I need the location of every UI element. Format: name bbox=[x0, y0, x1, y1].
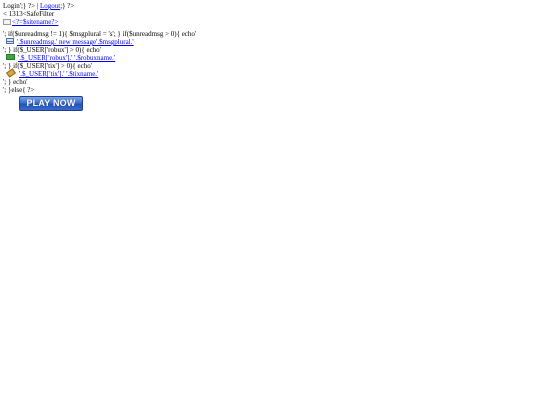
logout-suffix-text: ;} ?> bbox=[60, 2, 75, 10]
play-now-button[interactable]: PLAY NOW bbox=[19, 96, 83, 111]
else-line: '; }else{ ?> bbox=[3, 86, 35, 94]
site-logo-link[interactable]: <?=$sitename?> bbox=[12, 18, 58, 26]
page-content: Login';} ?> | Logout;} ?> < 1313<SafeFil… bbox=[3, 2, 523, 111]
messages-link[interactable]: '.$unreadmsg.' new message'.$msgplural.' bbox=[17, 38, 134, 46]
echo-line: '; } echo' bbox=[3, 78, 28, 86]
filter-line: < 1313<SafeFilter bbox=[3, 10, 55, 18]
tix-line[interactable]: '.$_USER['tix'].' '.$tixname.' bbox=[3, 68, 523, 78]
broken-image-icon[interactable] bbox=[3, 19, 11, 25]
site-logo-line[interactable]: <?=$sitename?> bbox=[3, 18, 523, 26]
robux-condition-line: '; } if($_USER['robux'] > 0){ echo' bbox=[3, 46, 101, 54]
robux-line[interactable]: '.$_USER['robux'].' '.$robuxname.' bbox=[3, 54, 523, 62]
robux-link[interactable]: '.$_USER['robux'].' '.$robuxname.' bbox=[18, 54, 115, 62]
messages-line[interactable]: '.$unreadmsg.' new message'.$msgplural.' bbox=[3, 38, 523, 46]
mail-icon bbox=[6, 38, 14, 44]
money-icon bbox=[6, 54, 15, 60]
ticket-icon bbox=[6, 68, 16, 78]
login-prefix-text: Login';} ?> | bbox=[3, 2, 40, 10]
tix-condition-line: '; } if($_USER['tix'] > 0){ echo' bbox=[3, 62, 93, 70]
play-button-wrapper: PLAY NOW bbox=[3, 94, 523, 111]
tix-link[interactable]: '.$_USER['tix'].' '.$tixname.' bbox=[19, 70, 98, 78]
msg-condition-line: '; if($unreadmsg != 1){ $msgplural = 's'… bbox=[3, 30, 197, 38]
logout-link[interactable]: Logout bbox=[40, 2, 60, 10]
login-line: Login';} ?> | Logout;} ?> bbox=[3, 2, 523, 10]
